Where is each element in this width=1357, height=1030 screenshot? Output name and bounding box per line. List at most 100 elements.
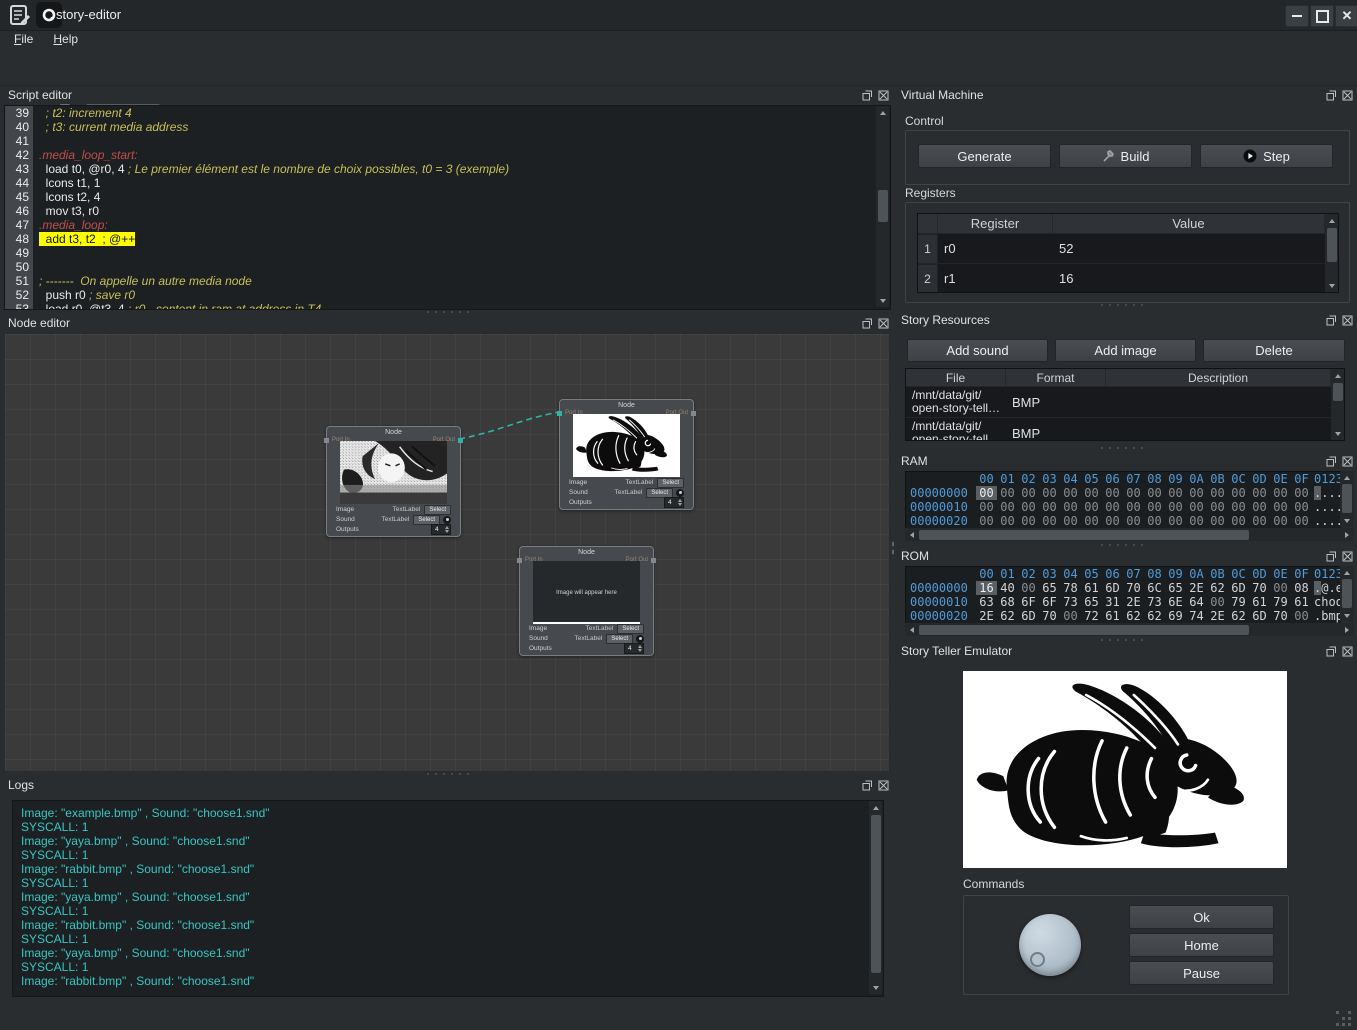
hex-byte[interactable]: 70 bbox=[1039, 609, 1060, 623]
dock-close-button[interactable] bbox=[1341, 89, 1354, 102]
file-cell[interactable]: /mnt/data/git/open-story-tell bbox=[906, 418, 1006, 441]
format-cell[interactable]: BMP bbox=[1006, 387, 1106, 417]
node-rabbit[interactable]: NodePort InPort Out ImageTextLabelSelect… bbox=[559, 399, 694, 510]
register-value-cell[interactable]: 16 bbox=[1053, 264, 1325, 293]
hex-byte[interactable]: 61 bbox=[1291, 595, 1312, 609]
resource-row[interactable]: /mnt/data/git/open-story-tellBMP bbox=[906, 417, 1344, 441]
registers-scrollbar[interactable] bbox=[1325, 214, 1338, 292]
hex-byte[interactable]: 70 bbox=[1123, 581, 1144, 595]
description-cell[interactable] bbox=[1106, 418, 1331, 441]
hex-byte[interactable]: 68 bbox=[997, 595, 1018, 609]
hex-byte[interactable]: 6C bbox=[1144, 581, 1165, 595]
hex-byte[interactable]: 62 bbox=[997, 609, 1018, 623]
hex-byte[interactable]: 00 bbox=[1123, 486, 1144, 500]
home-button[interactable]: Home bbox=[1129, 933, 1274, 957]
hex-byte[interactable]: 61 bbox=[1102, 609, 1123, 623]
hex-byte[interactable]: 00 bbox=[1081, 486, 1102, 500]
port-out-connector[interactable] bbox=[691, 411, 696, 416]
logs-output[interactable]: Image: "example.bmp" , Sound: "choose1.s… bbox=[12, 800, 884, 997]
hex-byte[interactable]: 62 bbox=[1228, 609, 1249, 623]
vertical-splitter-handle[interactable] bbox=[891, 540, 895, 558]
hex-byte[interactable]: 16 bbox=[976, 581, 997, 595]
hex-byte[interactable]: 31 bbox=[1102, 595, 1123, 609]
register-row[interactable]: 2r116 bbox=[918, 263, 1338, 293]
ram-hscrollbar[interactable] bbox=[905, 528, 1353, 541]
resources-scrollbar[interactable] bbox=[1331, 369, 1344, 440]
hex-byte[interactable]: 74 bbox=[1186, 609, 1207, 623]
dock-float-button[interactable] bbox=[861, 317, 874, 330]
hex-byte[interactable]: 00 bbox=[1207, 500, 1228, 514]
select-button[interactable]: Select bbox=[617, 624, 644, 634]
hex-byte[interactable]: 00 bbox=[1144, 500, 1165, 514]
ram-vscrollbar[interactable] bbox=[1340, 471, 1353, 527]
hex-byte[interactable]: 00 bbox=[976, 514, 997, 528]
hex-byte[interactable]: 65 bbox=[1165, 581, 1186, 595]
node-editor-canvas[interactable]: NodePort InPort Out ImageTextLabelSelect… bbox=[4, 333, 890, 772]
maximize-button[interactable] bbox=[1310, 5, 1334, 27]
hex-byte[interactable]: 6F bbox=[1039, 595, 1060, 609]
select-button[interactable]: Select bbox=[424, 505, 451, 515]
hex-byte[interactable]: 00 bbox=[1018, 581, 1039, 595]
hex-byte[interactable]: 00 bbox=[1249, 500, 1270, 514]
description-cell[interactable] bbox=[1106, 387, 1331, 417]
hex-byte[interactable]: 00 bbox=[1270, 500, 1291, 514]
rom-hscrollbar[interactable] bbox=[905, 623, 1353, 636]
hex-byte[interactable]: 00 bbox=[1081, 514, 1102, 528]
hex-byte[interactable]: 79 bbox=[1270, 595, 1291, 609]
hex-byte[interactable]: 00 bbox=[1207, 486, 1228, 500]
hex-byte[interactable]: 00 bbox=[1291, 609, 1312, 623]
hex-byte[interactable]: 00 bbox=[1228, 486, 1249, 500]
hex-byte[interactable]: 00 bbox=[1165, 514, 1186, 528]
file-cell[interactable]: /mnt/data/git/open-story-tell… bbox=[906, 387, 1006, 417]
hex-byte[interactable]: 00 bbox=[1291, 486, 1312, 500]
hex-byte[interactable]: 2E bbox=[976, 609, 997, 623]
hex-byte[interactable]: 00 bbox=[976, 500, 997, 514]
hex-byte[interactable]: 72 bbox=[1081, 609, 1102, 623]
hex-byte[interactable]: 00 bbox=[1228, 500, 1249, 514]
hex-byte[interactable]: 6E bbox=[1165, 595, 1186, 609]
port-in-connector[interactable] bbox=[557, 411, 562, 416]
rom-hex-view[interactable]: 000102030405060708090A0B0C0D0E0F01234567… bbox=[905, 566, 1341, 624]
menu-file[interactable]: File bbox=[4, 31, 43, 47]
hex-byte[interactable]: 61 bbox=[1249, 595, 1270, 609]
dock-close-button[interactable] bbox=[877, 779, 890, 792]
hex-byte[interactable]: 00 bbox=[1186, 500, 1207, 514]
hex-byte[interactable]: 00 bbox=[1123, 514, 1144, 528]
dock-float-button[interactable] bbox=[1325, 550, 1338, 563]
close-button[interactable]: ✕ bbox=[1335, 5, 1357, 27]
menu-help[interactable]: Help bbox=[43, 31, 88, 47]
sound-play-icon[interactable] bbox=[443, 516, 451, 524]
hex-byte[interactable]: 00 bbox=[997, 500, 1018, 514]
dock-float-button[interactable] bbox=[861, 779, 874, 792]
hex-byte[interactable]: 00 bbox=[1228, 514, 1249, 528]
format-cell[interactable]: BMP bbox=[1006, 418, 1106, 441]
dock-float-button[interactable] bbox=[1325, 645, 1338, 658]
hex-byte[interactable]: 00 bbox=[1291, 500, 1312, 514]
hex-byte[interactable]: 00 bbox=[1018, 514, 1039, 528]
splitter-handle[interactable] bbox=[424, 310, 472, 314]
ok-button[interactable]: Ok bbox=[1129, 905, 1274, 929]
hex-byte[interactable]: 00 bbox=[1102, 486, 1123, 500]
hex-byte[interactable]: 00 bbox=[1060, 609, 1081, 623]
hex-byte[interactable]: 70 bbox=[1249, 581, 1270, 595]
add-sound-button[interactable]: Add sound bbox=[907, 339, 1048, 362]
rom-vscrollbar[interactable] bbox=[1340, 566, 1353, 622]
port-in-connector[interactable] bbox=[324, 438, 329, 443]
hex-byte[interactable]: 00 bbox=[1186, 486, 1207, 500]
hex-byte[interactable]: 6D bbox=[1102, 581, 1123, 595]
port-out-connector[interactable] bbox=[458, 438, 463, 443]
add-image-button[interactable]: Add image bbox=[1055, 339, 1196, 362]
hex-byte[interactable]: 00 bbox=[1060, 514, 1081, 528]
logs-scrollbar[interactable] bbox=[869, 801, 882, 994]
outputs-spinbox[interactable]: 4 bbox=[431, 524, 451, 535]
hex-byte[interactable]: 70 bbox=[1270, 609, 1291, 623]
hex-byte[interactable]: 00 bbox=[1102, 500, 1123, 514]
hex-byte[interactable]: 65 bbox=[1039, 581, 1060, 595]
generate-button[interactable]: Generate bbox=[918, 144, 1051, 168]
hex-byte[interactable]: 6D bbox=[1228, 581, 1249, 595]
sound-play-icon[interactable] bbox=[676, 489, 684, 497]
hex-byte[interactable]: 00 bbox=[1270, 486, 1291, 500]
hex-byte[interactable]: 6D bbox=[1018, 609, 1039, 623]
hex-byte[interactable]: 63 bbox=[976, 595, 997, 609]
hex-byte[interactable]: 00 bbox=[1039, 500, 1060, 514]
